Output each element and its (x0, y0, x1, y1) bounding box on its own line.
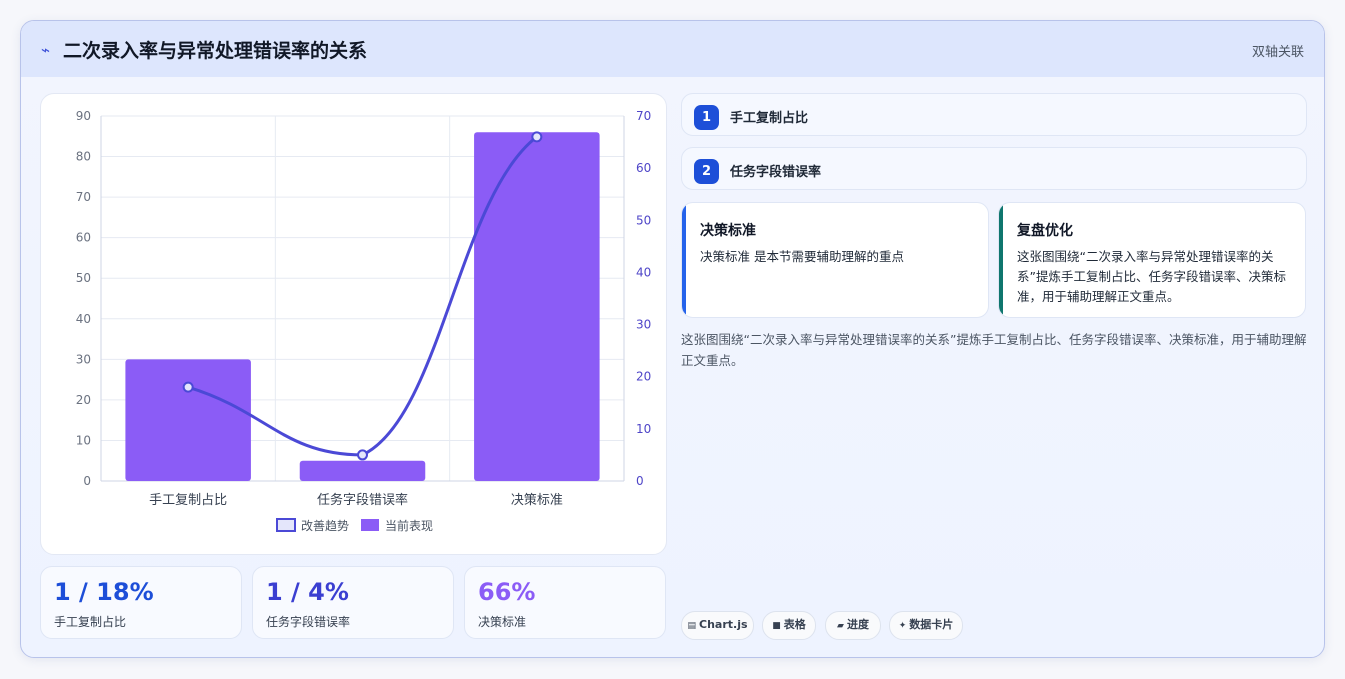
header-tag: 双轴关联 (1251, 45, 1304, 60)
chart-icon: ▤ (687, 621, 696, 631)
page-title: 二次录入率与异常处理错误率的关系 (63, 40, 368, 62)
y-left-tick-label: 30 (76, 352, 91, 366)
y-right-tick-label: 50 (636, 213, 651, 227)
sparkle-icon: ✦ (898, 621, 907, 631)
pill-label: 表格 (783, 618, 806, 631)
y-left-tick-label: 90 (76, 109, 91, 123)
note-title: 决策标准 (700, 223, 756, 239)
progress-icon: ▰ (837, 621, 844, 631)
note-title: 复盘优化 (1017, 223, 1073, 239)
bolt-icon: ⌁ (41, 41, 51, 59)
y-left-tick-label: 80 (76, 150, 91, 164)
y-left-tick-label: 70 (76, 190, 91, 204)
pill-label: 数据卡片 (909, 618, 954, 631)
y-left-tick-label: 40 (76, 312, 91, 326)
note-body: 这张图围绕“二次录入率与异常处理错误率的关系”提炼手工复制占比、任务字段错误率、… (1017, 249, 1286, 304)
y-left-tick-label: 20 (76, 393, 91, 407)
pill-chartjs[interactable]: ▤ Chart.js (681, 611, 754, 640)
stat-label: 任务字段错误率 (266, 615, 351, 629)
y-right-tick-label: 10 (636, 422, 651, 436)
pill-label: Chart.js (699, 618, 748, 631)
step-item[interactable]: 1 手工复制占比 (681, 93, 1307, 136)
stat-value: 1 / 18% (54, 578, 154, 606)
legend-label: 当前表现 (385, 518, 433, 533)
step-number: 2 (694, 159, 719, 184)
legend-swatch-bar (361, 519, 379, 531)
table-icon: ■ (772, 621, 781, 631)
summary-text: 这张图围绕“二次录入率与异常处理错误率的关系”提炼手工复制占比、任务字段错误率、… (681, 332, 1307, 368)
dual-axis-chart: 0 10 20 30 40 50 60 70 80 90 0 10 20 30 40 50 60 70 手工复制占比… (76, 109, 652, 533)
step-number: 1 (694, 105, 719, 130)
pill-progress[interactable]: ▰ 进度 (825, 611, 881, 640)
y-right-tick-label: 70 (636, 109, 651, 123)
y-left-tick-label: 50 (76, 271, 91, 285)
trend-point (531, 131, 543, 143)
y-left-tick-label: 10 (76, 433, 91, 447)
pill-label: 进度 (846, 618, 869, 631)
bar (299, 460, 426, 481)
step-label: 手工复制占比 (730, 111, 809, 126)
pill-table[interactable]: ■ 表格 (762, 611, 816, 640)
stat-label: 手工复制占比 (54, 615, 127, 629)
trend-point (182, 381, 194, 393)
chart-container: 0 10 20 30 40 50 60 70 80 90 0 10 20 30 40 50 60 70 手工复制占比… (40, 93, 667, 555)
main-card: ⌁ 二次录入率与异常处理错误率的关系 双轴关联 0 10 20 30 40 50 60 70 8… (20, 20, 1325, 658)
x-tick-label: 决策标准 (511, 492, 563, 508)
step-label: 任务字段错误率 (730, 165, 822, 180)
y-right-tick-label: 40 (636, 265, 651, 279)
legend-swatch-line (276, 518, 296, 532)
y-right-tick-label: 20 (636, 370, 651, 384)
card-header: ⌁ 二次录入率与异常处理错误率的关系 双轴关联 (21, 21, 1324, 77)
note-accent-bar (999, 203, 1003, 317)
step-item[interactable]: 2 任务字段错误率 (681, 147, 1307, 190)
trend-point (357, 449, 368, 461)
stat-label: 决策标准 (478, 615, 527, 629)
note-card-review: 复盘优化 这张图围绕“二次录入率与异常处理错误率的关系”提炼手工复制占比、任务字… (998, 202, 1306, 318)
stat-value: 1 / 4% (266, 578, 349, 606)
stat-card: 1 / 18% 手工复制占比 (40, 566, 242, 639)
y-left-tick-label: 0 (83, 474, 91, 488)
y-right-tick-label: 60 (636, 161, 651, 175)
note-accent-bar (682, 203, 686, 317)
stat-value: 66% (478, 578, 536, 606)
note-body: 决策标准 是本节需要辅助理解的重点 (700, 249, 904, 264)
y-right-tick-label: 0 (636, 474, 644, 488)
bar (125, 359, 251, 481)
note-card-decision: 决策标准 决策标准 是本节需要辅助理解的重点 (681, 202, 989, 318)
x-tick-label: 任务字段错误率 (317, 492, 408, 508)
legend-label: 改善趋势 (301, 518, 349, 533)
pill-data-card[interactable]: ✦ 数据卡片 (889, 611, 963, 640)
x-tick-label: 手工复制占比 (149, 493, 227, 508)
stat-card: 66% 决策标准 (464, 566, 666, 639)
stat-card: 1 / 4% 任务字段错误率 (252, 566, 454, 639)
y-right-tick-label: 30 (636, 318, 651, 332)
y-left-tick-label: 60 (76, 231, 91, 245)
bar (474, 132, 600, 481)
